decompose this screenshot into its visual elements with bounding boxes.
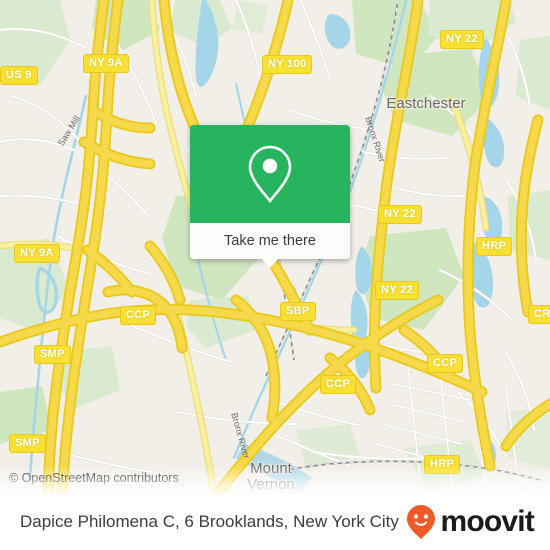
- road-shield: NY 9A: [14, 244, 60, 263]
- location-popup-card[interactable]: Take me there: [190, 125, 350, 268]
- footer-bar: Dapice Philomena C, 6 Brooklands, New Yo…: [0, 494, 550, 550]
- popup-pin-area: [190, 125, 350, 223]
- road-shield: HRP: [476, 237, 513, 256]
- road-shield: CCP: [427, 354, 464, 373]
- road-shield: CCP: [320, 375, 357, 394]
- take-me-there-label: Take me there: [224, 233, 316, 249]
- road-shield: SMP: [9, 434, 46, 453]
- moovit-smiley-pin-icon: [407, 505, 436, 539]
- road-shield: NY 9A: [83, 54, 129, 73]
- road-shield: US 9: [0, 66, 38, 85]
- road-shield: NY 22: [440, 30, 484, 49]
- location-title: Dapice Philomena C, 6 Brooklands, New Yo…: [20, 512, 399, 531]
- map-pin-icon: [248, 145, 292, 204]
- road-shield: NY 100: [262, 55, 313, 74]
- map-screenshot: .w{fill:#a5d5e8} .pk{fill:#d9ead0} .pk2{…: [0, 0, 550, 550]
- take-me-there-button[interactable]: Take me there: [190, 223, 350, 259]
- moovit-brand[interactable]: moovit: [406, 494, 535, 550]
- road-shield: NY 22: [378, 205, 422, 224]
- road-shield: CR: [528, 305, 550, 324]
- place-label: Eastchester: [386, 95, 466, 112]
- road-shield: CCP: [120, 306, 157, 325]
- road-shield: SBP: [280, 302, 316, 321]
- road-shield: SMP: [34, 345, 71, 364]
- road-shield: NY 22: [375, 281, 419, 300]
- moovit-wordmark: moovit: [440, 505, 534, 538]
- popup-pointer-tail: [261, 258, 279, 268]
